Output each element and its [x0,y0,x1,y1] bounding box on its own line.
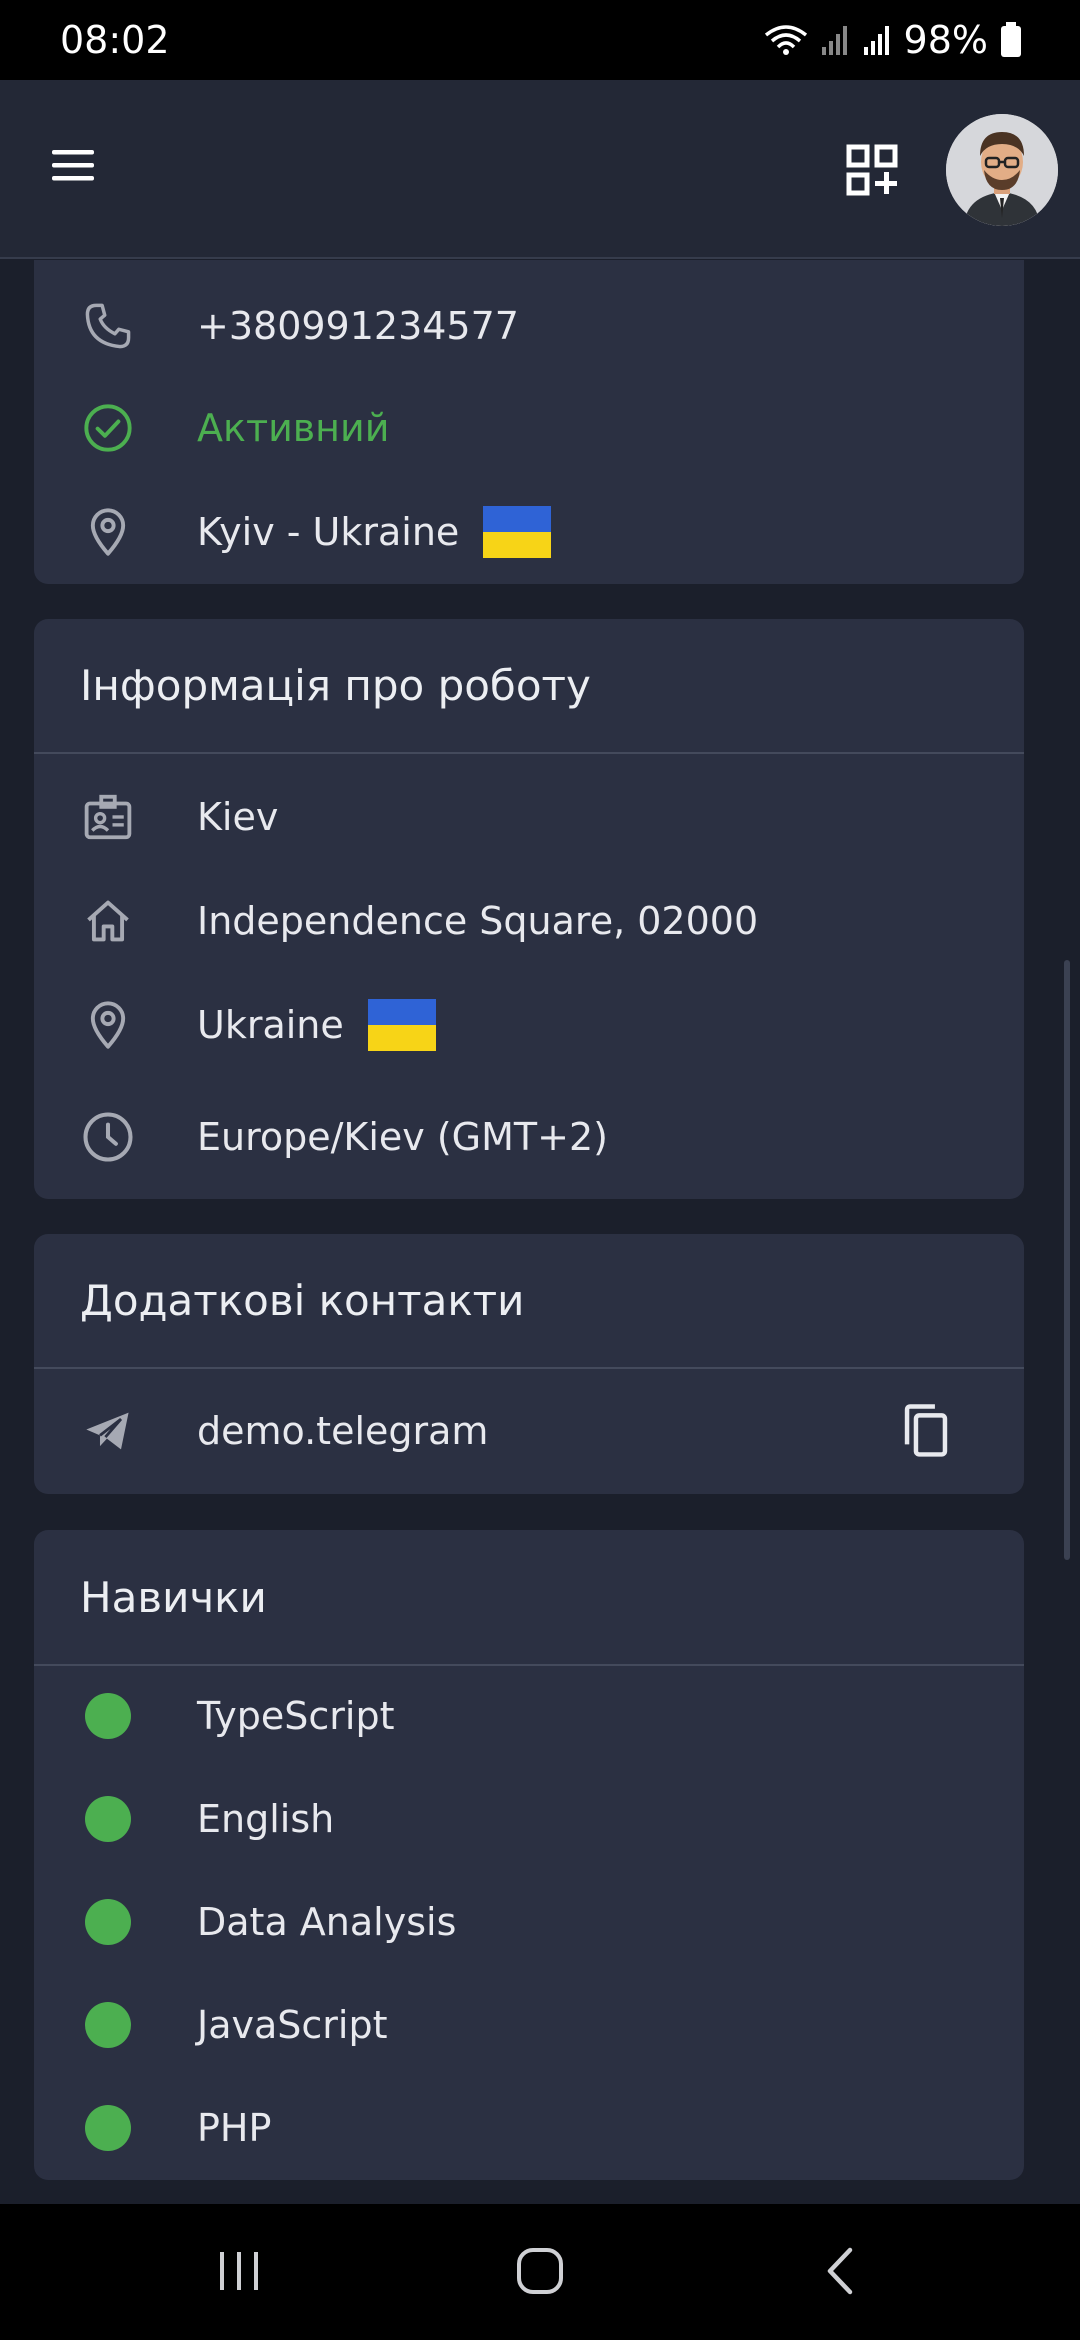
location-pin-icon [80,997,136,1053]
copy-button[interactable] [896,1401,956,1461]
back-chevron-icon [827,2247,853,2295]
work-city: Kiev [197,795,279,839]
app-header [0,80,1080,259]
ukraine-flag-icon [483,506,552,558]
hamburger-menu-icon [52,150,94,181]
ukraine-flag-icon [367,999,436,1051]
list-item: Data Analysis [34,1872,1024,1972]
qr-add-button[interactable] [846,144,898,196]
menu-button[interactable] [50,146,98,186]
work-timezone-row: Europe/Kiev (GMT+2) [34,1087,1024,1187]
copy-icon [904,1404,948,1457]
work-country-wrap: Ukraine [197,999,436,1051]
telegram-icon [80,1403,136,1459]
work-address: Independence Square, 02000 [197,899,759,943]
clock-icon [80,1109,136,1165]
skill-name: English [197,1797,335,1841]
status-row: Активний [34,378,1024,478]
list-item: English [34,1769,1024,1869]
avatar-image [946,114,1058,226]
user-avatar[interactable] [946,114,1058,226]
location-row: Kyiv - Ukraine [34,482,1024,582]
location-pin-icon [80,504,136,560]
home-icon [80,893,136,949]
skill-dot-icon [80,1997,136,2053]
list-item: PHP [34,2078,1024,2178]
skill-dot-icon [80,1791,136,1847]
id-badge-icon [80,789,136,845]
status-text: Активний [197,406,390,450]
work-timezone: Europe/Kiev (GMT+2) [197,1115,608,1159]
recent-apps-icon [220,2252,258,2290]
skill-name: JavaScript [197,2003,388,2047]
signal-icon [821,26,847,55]
recent-apps-button[interactable] [214,2244,264,2302]
list-item: JavaScript [34,1975,1024,2075]
location-text: Kyiv - Ukraine [197,510,460,554]
skill-dot-icon [80,1894,136,1950]
work-info-card: Інформація про роботу Kiev Independence … [34,619,1024,1199]
skills-title: Навички [34,1530,1024,1666]
home-button[interactable] [514,2244,568,2302]
telegram-row[interactable]: demo.telegram [34,1381,1024,1481]
qr-add-icon [846,144,898,196]
status-icons: 98% [764,18,1022,62]
battery-icon [1001,22,1021,57]
work-country: Ukraine [197,1003,344,1047]
phone-row[interactable]: +380991234577 [34,276,1024,376]
list-item: TypeScript [34,1666,1024,1766]
phone-number: +380991234577 [197,304,519,348]
skill-name: Data Analysis [197,1900,457,1944]
check-circle-icon [80,400,136,456]
additional-contacts-title: Додаткові контакти [34,1234,1024,1369]
skills-card: Навички TypeScript English Data Analysis… [34,1530,1024,2180]
status-time: 08:02 [60,18,170,62]
contact-card: +380991234577 Активний Kyiv - Ukraine [34,260,1024,584]
skill-name: TypeScript [197,1694,395,1738]
telegram-username: demo.telegram [197,1409,489,1453]
skill-dot-icon [80,2100,136,2156]
status-bar: 08:02 98% [0,0,1080,80]
phone-icon [80,298,136,354]
back-button[interactable] [820,2244,860,2302]
profile-content[interactable]: +380991234577 Активний Kyiv - Ukraine Ін… [0,260,1080,2204]
location-text-wrap: Kyiv - Ukraine [197,506,552,558]
home-circle-icon [517,2248,563,2294]
signal-icon [863,26,889,55]
wifi-icon [764,25,807,55]
work-address-row: Independence Square, 02000 [34,871,1024,971]
additional-contacts-card: Додаткові контакти demo.telegram [34,1234,1024,1494]
work-info-title: Інформація про роботу [34,619,1024,754]
skill-name: PHP [197,2106,272,2150]
work-city-row: Kiev [34,767,1024,867]
work-country-row: Ukraine [34,975,1024,1075]
skill-dot-icon [80,1688,136,1744]
battery-percent: 98% [903,18,988,62]
system-nav-bar [0,2204,1080,2340]
scrollbar[interactable] [1064,960,1070,1560]
